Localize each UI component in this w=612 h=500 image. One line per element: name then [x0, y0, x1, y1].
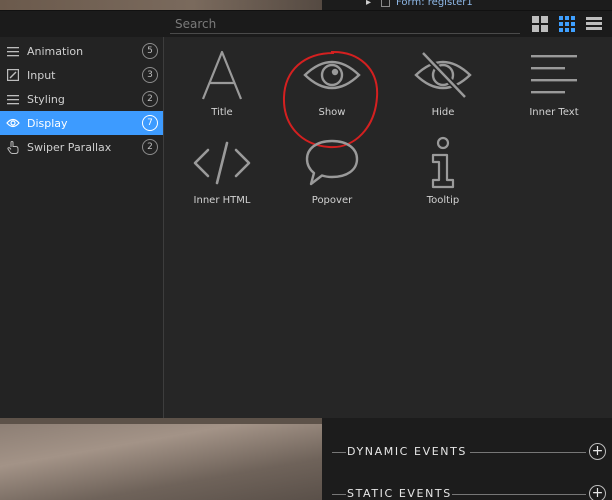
- letter-a-icon: [192, 47, 252, 103]
- list-icon: [6, 92, 20, 106]
- divider: [452, 494, 586, 495]
- count-badge: 5: [142, 43, 158, 59]
- sidebar-item-label: Animation: [27, 44, 84, 58]
- sidebar-item-styling[interactable]: Styling 2: [0, 87, 163, 111]
- tile-label: Inner Text: [529, 107, 579, 118]
- tile-label: Title: [211, 107, 233, 118]
- tree-row-label: Form: register1: [396, 0, 473, 8]
- count-badge: 7: [142, 115, 158, 131]
- dynamic-events-section[interactable]: DYNAMIC EVENTS +: [322, 443, 612, 463]
- small-grid-view-button[interactable]: [559, 16, 575, 32]
- sidebar-item-animation[interactable]: Animation 5: [0, 39, 163, 63]
- text-lines-icon: [524, 47, 584, 103]
- count-badge: 3: [142, 67, 158, 83]
- form-icon: [381, 0, 391, 7]
- count-badge: 2: [142, 139, 158, 155]
- action-tile-inner-text[interactable]: Inner Text: [499, 41, 609, 129]
- speech-bubble-icon: [302, 135, 362, 191]
- action-grid: Title Show Hide Inner Text Inner HTML Po…: [164, 37, 612, 419]
- search-input[interactable]: [170, 14, 520, 34]
- category-sidebar: Animation 5 Input 3 Styling 2 Display 7: [0, 37, 164, 419]
- action-tile-title[interactable]: Title: [167, 41, 277, 129]
- action-tile-hide[interactable]: Hide: [388, 41, 498, 129]
- count-badge: 2: [142, 91, 158, 107]
- background-canvas-bottom: [0, 418, 322, 500]
- sidebar-item-label: Input: [27, 68, 56, 82]
- sidebar-item-swiper-parallax[interactable]: Swiper Parallax 2: [0, 135, 163, 159]
- sidebar-item-label: Swiper Parallax: [27, 140, 112, 154]
- action-tile-tooltip[interactable]: Tooltip: [388, 129, 498, 217]
- action-tile-popover[interactable]: Popover: [277, 129, 387, 217]
- background-canvas-top: [0, 0, 322, 10]
- tile-label: Popover: [311, 195, 353, 206]
- add-dynamic-event-button[interactable]: +: [589, 443, 606, 460]
- tree-caret-icon[interactable]: ▸: [366, 0, 371, 8]
- static-events-section[interactable]: STATIC EVENTS +: [322, 485, 612, 500]
- list-icon: [6, 44, 20, 58]
- section-heading: DYNAMIC EVENTS: [347, 445, 468, 458]
- info-icon: [413, 135, 473, 191]
- section-heading: STATIC EVENTS: [347, 487, 452, 500]
- hand-pointer-icon: [6, 140, 20, 154]
- large-grid-view-button[interactable]: [532, 16, 548, 32]
- action-tile-inner-html[interactable]: Inner HTML: [167, 129, 277, 217]
- search-bar: [0, 11, 612, 37]
- tree-row[interactable]: ▸ Form: register1: [366, 0, 473, 8]
- actions-panel: Animation 5 Input 3 Styling 2 Display 7: [0, 10, 612, 419]
- divider: [332, 452, 346, 453]
- events-panel: DYNAMIC EVENTS + STATIC EVENTS +: [322, 418, 612, 500]
- structure-tree-strip: ▸ Form: register1: [322, 0, 612, 10]
- tile-label: Tooltip: [426, 195, 460, 206]
- eye-slash-icon: [413, 47, 473, 103]
- divider: [332, 494, 346, 495]
- eye-icon: [6, 116, 20, 130]
- sidebar-item-label: Display: [27, 116, 68, 130]
- add-static-event-button[interactable]: +: [589, 485, 606, 500]
- sidebar-item-input[interactable]: Input 3: [0, 63, 163, 87]
- edit-icon: [6, 68, 20, 82]
- divider: [470, 452, 586, 453]
- tile-label: Inner HTML: [193, 195, 251, 206]
- tile-label: Hide: [431, 107, 455, 118]
- code-icon: [192, 135, 252, 191]
- list-view-button[interactable]: [586, 16, 602, 32]
- sidebar-item-display[interactable]: Display 7: [0, 111, 163, 135]
- sidebar-item-label: Styling: [27, 92, 65, 106]
